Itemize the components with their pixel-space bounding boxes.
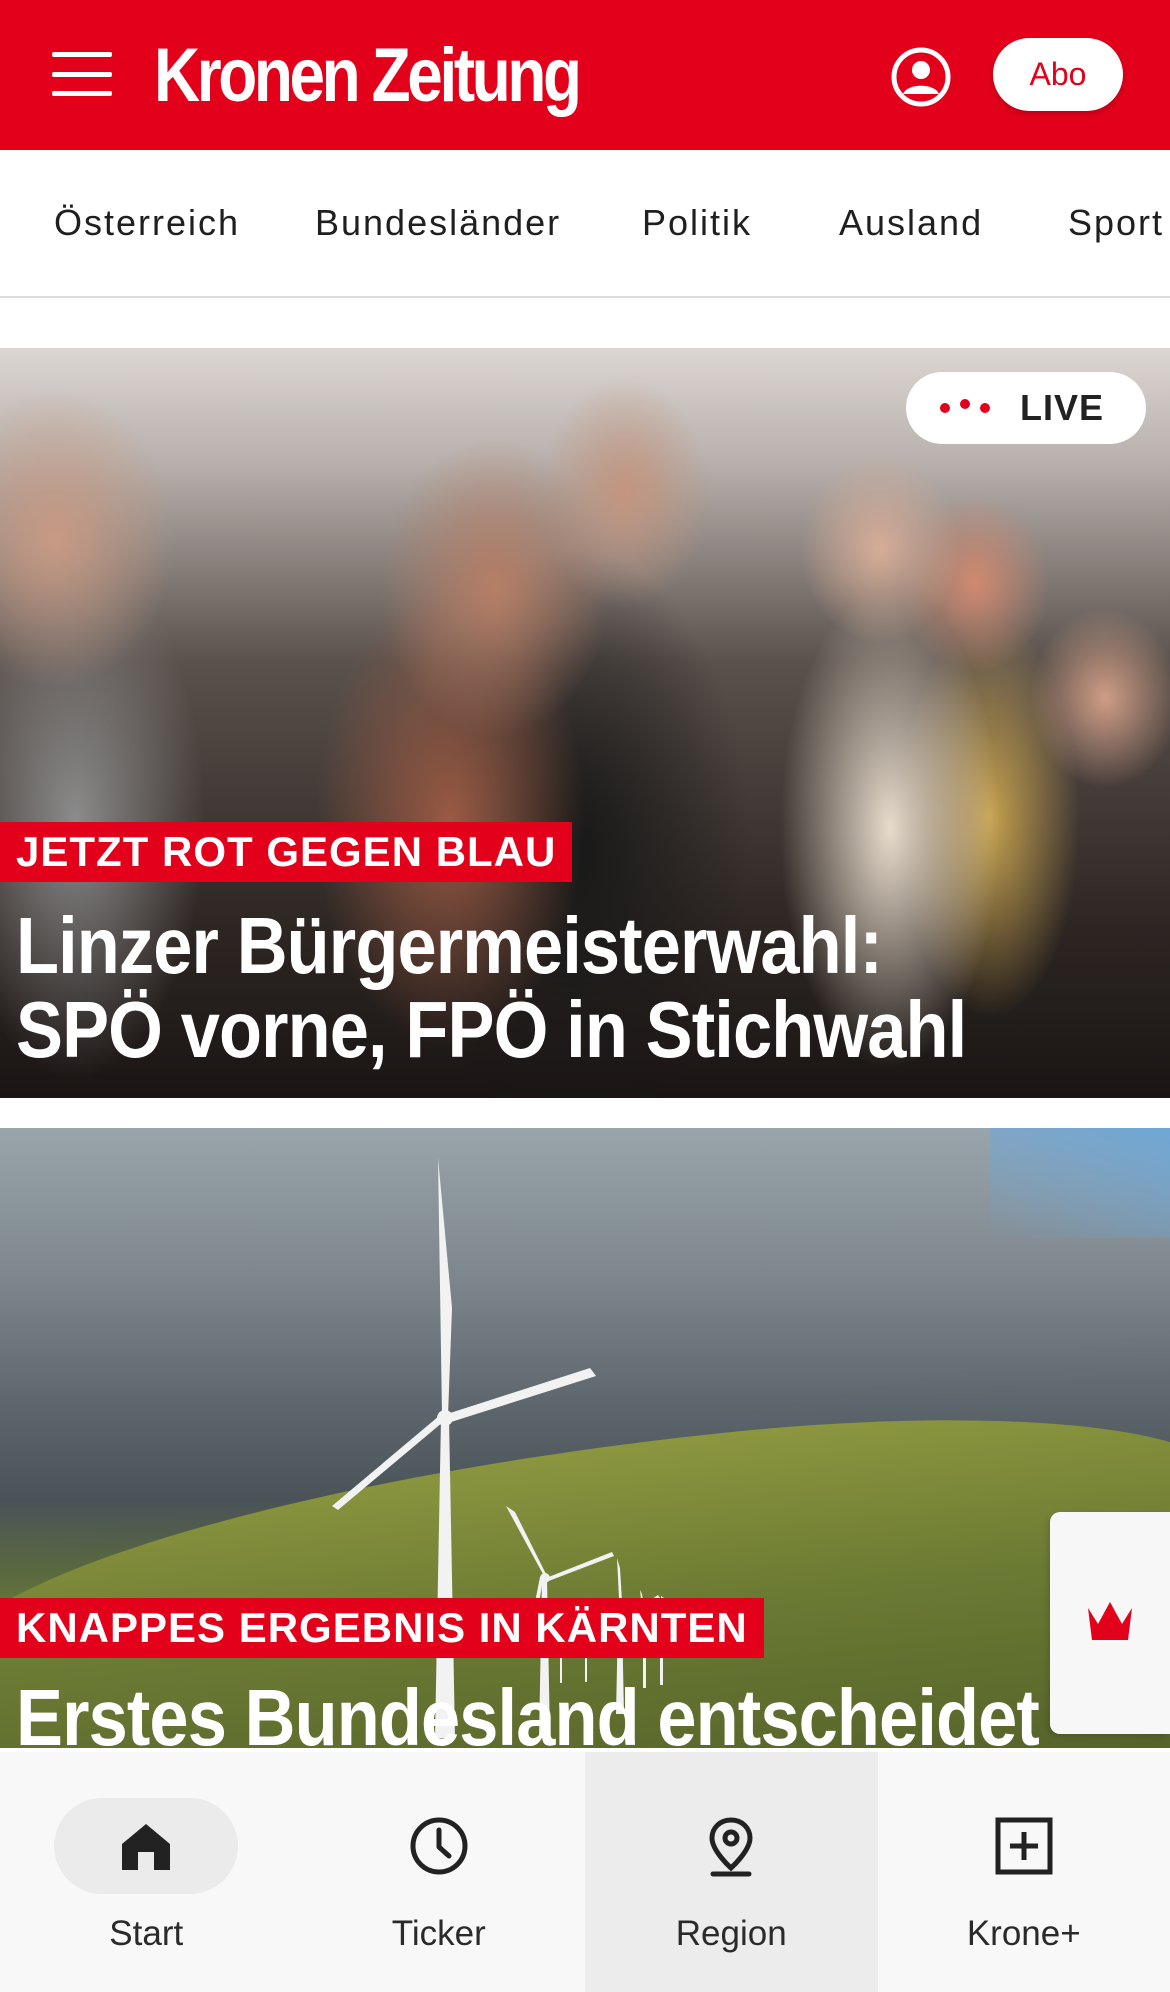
location-pin-icon bbox=[709, 1817, 753, 1877]
live-label: LIVE bbox=[1020, 387, 1105, 428]
user-icon[interactable] bbox=[890, 46, 952, 108]
article-kicker: JETZT ROT GEGEN BLAU bbox=[0, 822, 573, 882]
tab-ticker[interactable]: Ticker bbox=[293, 1752, 586, 1992]
category-sport[interactable]: Sport bbox=[1068, 202, 1164, 244]
menu-icon-bar bbox=[52, 71, 112, 77]
tab-krone-plus[interactable]: Krone+ bbox=[878, 1752, 1170, 1992]
menu-icon-bar bbox=[52, 52, 112, 57]
category-oesterreich[interactable]: Österreich bbox=[54, 202, 240, 244]
category-ausland[interactable]: Ausland bbox=[839, 202, 983, 244]
article-headline: Erstes Bundesland entscheidet bbox=[16, 1673, 1040, 1749]
article-kicker: KNAPPES ERGEBNIS IN KÄRNTEN bbox=[0, 1598, 764, 1658]
tab-start[interactable]: Start bbox=[0, 1752, 293, 1992]
menu-icon-bar bbox=[52, 91, 112, 96]
crown-icon bbox=[1088, 1602, 1132, 1640]
tab-label: Start bbox=[109, 1914, 184, 1953]
headline-line: Erstes Bundesland entscheidet bbox=[16, 1673, 1040, 1749]
plus-box-icon bbox=[995, 1817, 1053, 1875]
clock-icon bbox=[410, 1817, 468, 1875]
live-badge: LIVE bbox=[906, 372, 1146, 444]
category-bundeslaender[interactable]: Bundesländer bbox=[315, 202, 561, 244]
tab-label: Krone+ bbox=[966, 1914, 1081, 1953]
tab-label: Ticker bbox=[391, 1914, 486, 1953]
abo-button[interactable]: Abo bbox=[993, 38, 1123, 111]
article-headline: Linzer Bürgermeisterwahl: SPÖ vorne, FPÖ… bbox=[16, 901, 967, 1074]
tab-region[interactable]: Region bbox=[585, 1752, 878, 1992]
article-card-linz[interactable]: LIVE JETZT ROT GEGEN BLAU Linzer Bürgerm… bbox=[0, 348, 1170, 1098]
bottom-navigation: Start Ticker Region Krone+ bbox=[0, 1752, 1170, 1992]
category-nav: Österreich Bundesländer Politik Ausland … bbox=[0, 150, 1170, 298]
app-header: Kronen Zeitung Abo bbox=[0, 0, 1170, 150]
logo[interactable]: Kronen Zeitung bbox=[154, 34, 582, 118]
headline-line: Linzer Bürgermeisterwahl: bbox=[16, 901, 883, 990]
home-icon bbox=[122, 1824, 171, 1870]
live-dots-icon bbox=[940, 399, 990, 413]
tab-label: Region bbox=[675, 1914, 787, 1953]
category-politik[interactable]: Politik bbox=[642, 202, 752, 244]
krone-plus-side-tab[interactable] bbox=[1050, 1512, 1170, 1734]
headline-line: SPÖ vorne, FPÖ in Stichwahl bbox=[16, 985, 967, 1074]
menu-button[interactable] bbox=[52, 52, 112, 96]
article-card-kaernten[interactable]: KNAPPES ERGEBNIS IN KÄRNTEN Erstes Bunde… bbox=[0, 1128, 1170, 1748]
